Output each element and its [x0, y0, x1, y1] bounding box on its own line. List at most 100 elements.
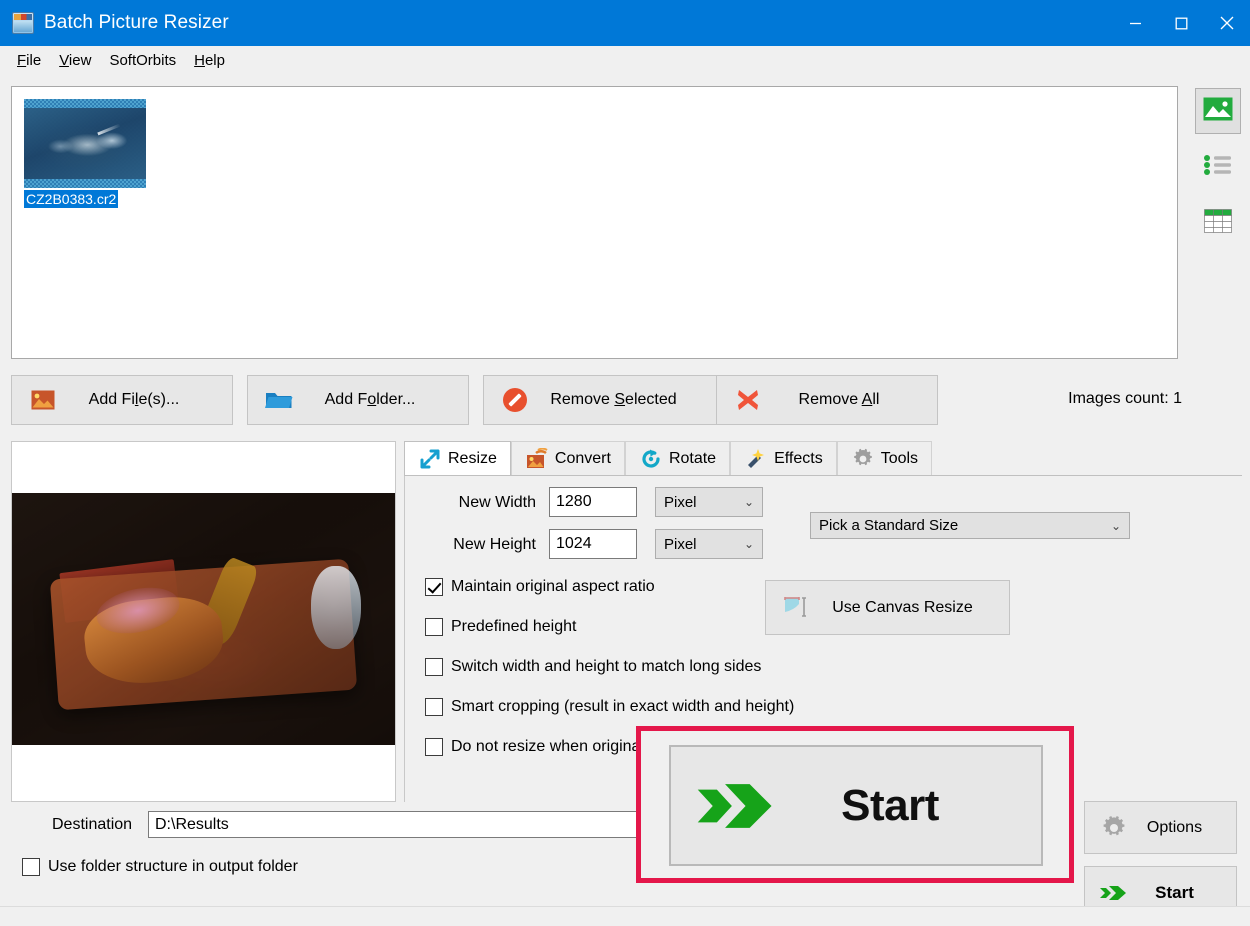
preview-image [12, 493, 395, 745]
use-canvas-resize-label: Use Canvas Resize [832, 598, 973, 616]
folder-icon [262, 383, 296, 417]
checkbox-maintain-aspect-ratio[interactable]: Maintain original aspect ratio [425, 578, 655, 596]
chevron-down-icon: ⌄ [1110, 518, 1122, 533]
resize-arrows-icon [418, 447, 442, 471]
remove-selected-button[interactable]: Remove Selected [483, 375, 720, 425]
checkbox-label: Smart cropping (result in exact width an… [451, 698, 795, 715]
details-view-button[interactable] [1195, 200, 1241, 246]
checkbox-switch-width-height[interactable]: Switch width and height to match long si… [425, 658, 761, 676]
list-view-button[interactable] [1195, 144, 1241, 190]
app-icon [12, 12, 34, 34]
gear-icon [1099, 815, 1129, 841]
new-width-unit-select[interactable]: Pixel ⌄ [655, 487, 763, 517]
chevron-down-icon: ⌄ [743, 495, 755, 509]
tab-effects-label: Effects [774, 449, 823, 467]
new-height-unit-value: Pixel [664, 535, 697, 553]
tab-tools-label: Tools [880, 449, 919, 467]
start-label: Start [1155, 882, 1194, 902]
new-width-input[interactable]: 1280 [549, 487, 637, 517]
remove-all-button[interactable]: Remove All [716, 375, 938, 425]
red-x-icon [731, 383, 765, 417]
checkbox-smart-cropping[interactable]: Smart cropping (result in exact width an… [425, 698, 794, 716]
picture-add-icon [26, 383, 60, 417]
options-label: Options [1146, 818, 1203, 836]
tab-rotate-label: Rotate [668, 449, 717, 467]
minimize-icon[interactable] [1112, 0, 1158, 46]
forbidden-icon [498, 383, 532, 417]
start-callout-label: Start [841, 780, 939, 830]
list-icon [1203, 153, 1233, 182]
maximize-icon[interactable] [1158, 0, 1204, 46]
start-button-zoomed[interactable]: Start [669, 745, 1043, 866]
window-title: Batch Picture Resizer [44, 12, 229, 33]
checkbox-label: Maintain original aspect ratio [451, 578, 655, 595]
thumbnail-image [24, 99, 146, 188]
start-button-callout: Start [636, 726, 1074, 883]
checkbox-box [425, 578, 443, 596]
action-toolbar: Add File(s)... Add Folder... Remove Sele… [11, 375, 1241, 425]
tab-effects[interactable]: Effects [730, 441, 837, 475]
checkbox-box [425, 698, 443, 716]
menu-item-help[interactable]: Help [185, 49, 234, 72]
title-bar: Batch Picture Resizer [0, 0, 1250, 46]
checkbox-box [425, 618, 443, 636]
picture-icon [1203, 97, 1233, 126]
checkbox-box [22, 858, 40, 876]
destination-label: Destination [52, 816, 133, 833]
add-files-label: Add File(s)... [88, 391, 180, 408]
gear-icon [851, 447, 875, 471]
green-arrow-icon [693, 775, 779, 837]
magic-wand-icon [744, 447, 768, 471]
add-folder-label: Add Folder... [324, 391, 416, 408]
checkbox-box [425, 738, 443, 756]
checkbox-box [425, 658, 443, 676]
chevron-down-icon: ⌄ [743, 537, 755, 551]
image-preview-panel [11, 441, 396, 802]
tab-rotate[interactable]: Rotate [624, 441, 731, 475]
tab-convert[interactable]: Convert [510, 441, 625, 475]
new-width-unit-value: Pixel [664, 493, 697, 511]
new-height-label: New Height [453, 536, 536, 553]
remove-selected-label: Remove Selected [550, 391, 677, 408]
thumbnail-filename: CZ2B0383.cr2 [24, 190, 119, 208]
tab-tools[interactable]: Tools [836, 441, 933, 475]
new-height-input[interactable]: 1024 [549, 529, 637, 559]
checkbox-predefined-height[interactable]: Predefined height [425, 618, 576, 636]
checkbox-label: Use folder structure in output folder [48, 858, 298, 875]
new-height-unit-select[interactable]: Pixel ⌄ [655, 529, 763, 559]
destination-input[interactable]: D:\Results [148, 811, 656, 838]
tab-resize[interactable]: Resize [404, 441, 511, 475]
new-width-label: New Width [458, 494, 536, 511]
view-mode-buttons [1194, 88, 1242, 246]
settings-tabs: Resize Convert Rotate Effects Tools [404, 441, 1242, 476]
canvas-resize-icon [780, 594, 814, 622]
status-bar [0, 906, 1250, 926]
add-files-button[interactable]: Add File(s)... [11, 375, 233, 425]
thumbnail-view-button[interactable] [1195, 88, 1241, 134]
tab-convert-label: Convert [554, 449, 611, 467]
window-controls [1112, 0, 1250, 46]
table-icon [1204, 208, 1232, 238]
add-folder-button[interactable]: Add Folder... [247, 375, 469, 425]
green-arrow-icon [1099, 882, 1129, 904]
options-button[interactable]: Options [1084, 801, 1237, 854]
standard-size-select[interactable]: Pick a Standard Size ⌄ [810, 512, 1130, 539]
close-icon[interactable] [1204, 0, 1250, 46]
checkbox-label: Predefined height [451, 618, 577, 635]
file-list-panel[interactable]: CZ2B0383.cr2 [11, 86, 1178, 359]
menu-item-softorbits[interactable]: SoftOrbits [100, 49, 185, 72]
checkbox-use-folder-structure[interactable]: Use folder structure in output folder [22, 858, 298, 876]
standard-size-value: Pick a Standard Size [819, 517, 959, 534]
list-item[interactable]: CZ2B0383.cr2 [24, 99, 146, 209]
convert-icon [525, 447, 549, 471]
remove-all-label: Remove All [798, 391, 880, 408]
menu-bar: File View SoftOrbits Help [0, 46, 1250, 75]
checkbox-label: Switch width and height to match long si… [451, 658, 762, 675]
use-canvas-resize-button[interactable]: Use Canvas Resize [765, 580, 1010, 635]
menu-item-view[interactable]: View [50, 49, 100, 72]
images-count-label: Images count: 1 [1068, 390, 1182, 407]
tab-resize-label: Resize [448, 449, 497, 467]
rotate-icon [639, 447, 663, 471]
menu-item-file[interactable]: File [8, 49, 50, 72]
application-window: Batch Picture Resizer File View SoftOrbi… [0, 0, 1250, 926]
